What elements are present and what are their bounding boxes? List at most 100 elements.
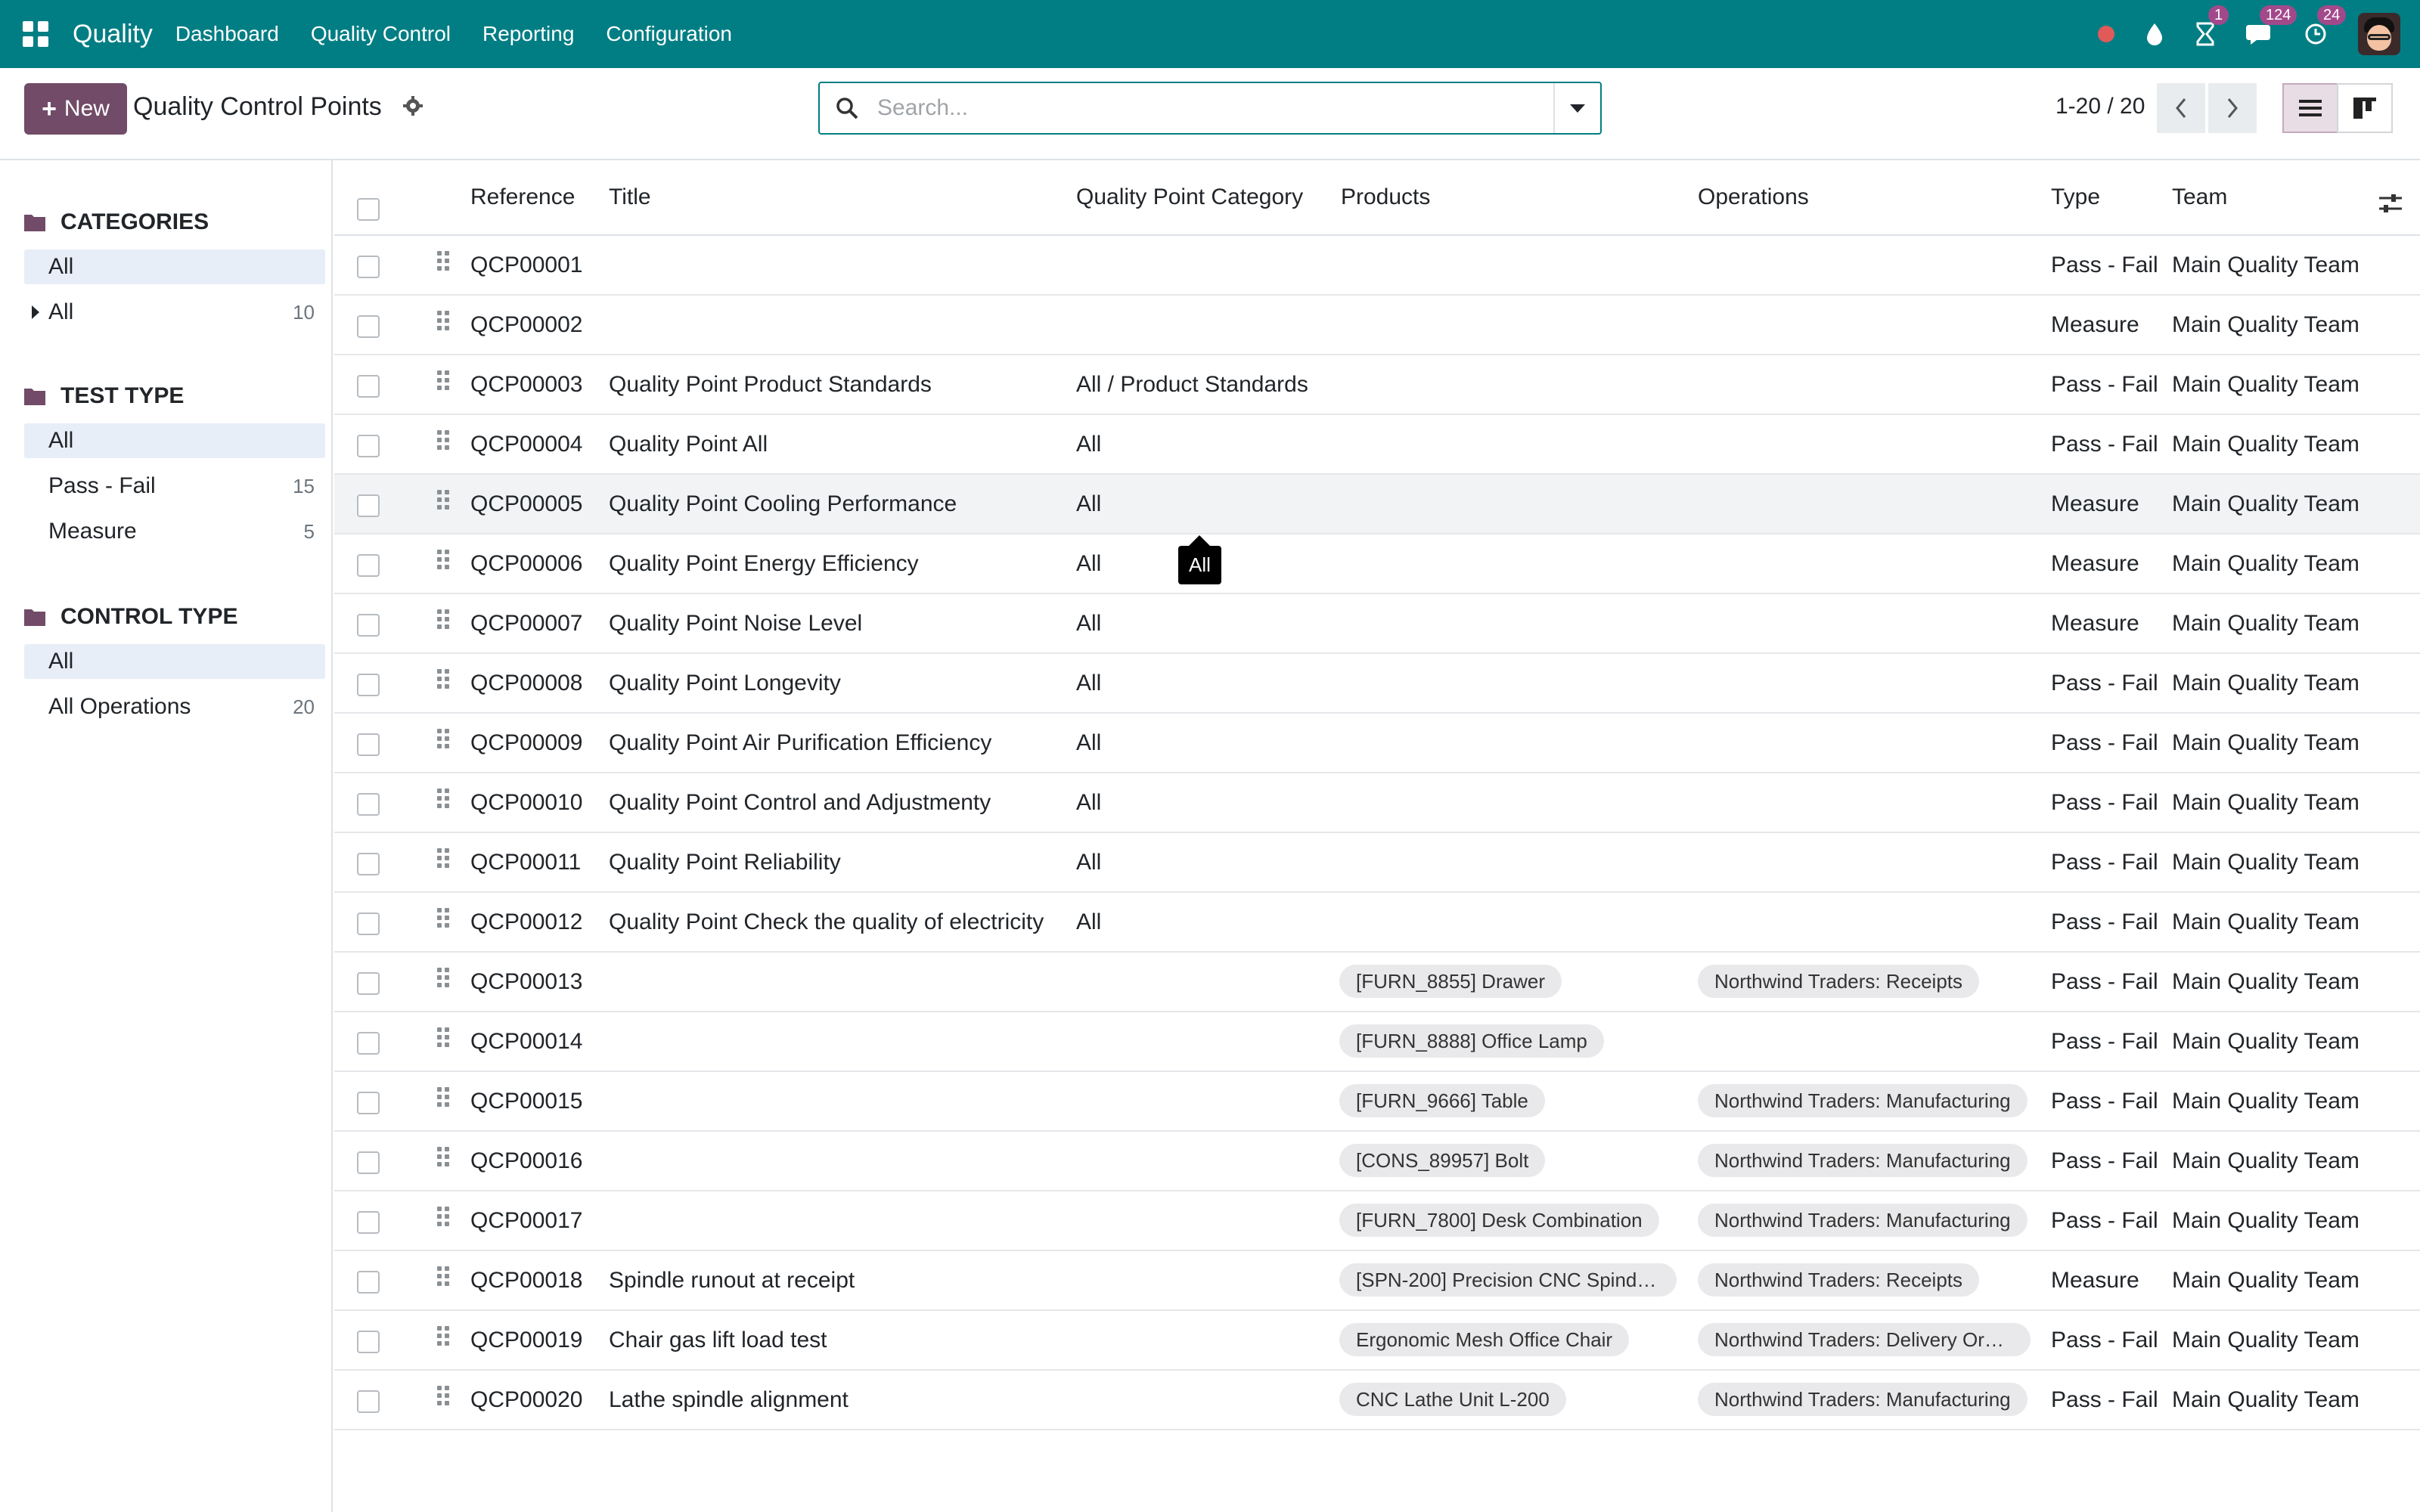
pager-previous-button[interactable] bbox=[2157, 83, 2205, 133]
row-checkbox[interactable] bbox=[357, 912, 380, 935]
drag-handle-icon[interactable] bbox=[437, 609, 451, 634]
select-all-checkbox[interactable] bbox=[357, 198, 380, 221]
row-checkbox[interactable] bbox=[357, 1092, 380, 1114]
drag-handle-icon[interactable] bbox=[437, 1386, 451, 1410]
drag-handle-icon[interactable] bbox=[437, 550, 451, 574]
table-row[interactable]: QCP00003 Quality Point Product Standards A… bbox=[334, 355, 2420, 415]
menu-dashboard[interactable]: Dashboard bbox=[175, 22, 279, 46]
table-row[interactable]: QCP00007 Quality Point Noise Level All Meas… bbox=[334, 594, 2420, 654]
drag-handle-icon[interactable] bbox=[437, 729, 451, 753]
search-bar[interactable] bbox=[818, 82, 1602, 135]
row-checkbox[interactable] bbox=[357, 972, 380, 995]
row-checkbox[interactable] bbox=[357, 1151, 380, 1174]
messages-button[interactable]: 124 bbox=[2246, 5, 2297, 46]
table-row[interactable]: QCP00017 [FURN_7800] Desk Combination Nort… bbox=[334, 1191, 2420, 1251]
pager-next-button[interactable] bbox=[2208, 83, 2257, 133]
table-row[interactable]: QCP00016 [CONS_89957] Bolt Northwind Trade… bbox=[334, 1132, 2420, 1191]
app-name[interactable]: Quality bbox=[73, 20, 153, 49]
control-type-item-all[interactable]: All bbox=[24, 644, 325, 679]
column-category[interactable]: Quality Point Category bbox=[1076, 184, 1303, 210]
column-type[interactable]: Type bbox=[2051, 184, 2100, 210]
list-view-button[interactable] bbox=[2282, 83, 2338, 133]
drag-handle-icon[interactable] bbox=[437, 251, 451, 275]
table-row[interactable]: QCP00013 [FURN_8855] Drawer Northwind Trad… bbox=[334, 953, 2420, 1012]
drag-handle-icon[interactable] bbox=[437, 370, 451, 395]
test-type-item-measure[interactable]: Measure 5 bbox=[24, 514, 327, 549]
row-checkbox[interactable] bbox=[357, 733, 380, 756]
drag-handle-icon[interactable] bbox=[437, 1087, 451, 1111]
row-checkbox[interactable] bbox=[357, 1390, 380, 1413]
drag-handle-icon[interactable] bbox=[437, 490, 451, 514]
caret-right-icon[interactable] bbox=[32, 305, 39, 319]
search-input[interactable] bbox=[877, 95, 1528, 121]
table-row[interactable]: QCP00008 Quality Point Longevity All Pass -… bbox=[334, 654, 2420, 714]
gear-icon[interactable] bbox=[402, 95, 424, 116]
drop-button[interactable] bbox=[2145, 22, 2164, 46]
row-checkbox[interactable] bbox=[357, 1032, 380, 1055]
row-checkbox[interactable] bbox=[357, 554, 380, 577]
drag-handle-icon[interactable] bbox=[437, 1147, 451, 1171]
table-row[interactable]: QCP00018 Spindle runout at receipt [SPN-20… bbox=[334, 1251, 2420, 1311]
row-checkbox[interactable] bbox=[357, 315, 380, 338]
category-item-all-expandable[interactable]: All 10 bbox=[24, 295, 327, 330]
drag-handle-icon[interactable] bbox=[437, 1027, 451, 1052]
row-checkbox[interactable] bbox=[357, 256, 380, 278]
row-checkbox[interactable] bbox=[357, 1271, 380, 1294]
drag-handle-icon[interactable] bbox=[437, 789, 451, 813]
recording-indicator[interactable] bbox=[2098, 26, 2114, 42]
row-checkbox[interactable] bbox=[357, 614, 380, 637]
menu-configuration[interactable]: Configuration bbox=[606, 22, 732, 46]
table-row[interactable]: QCP00015 [FURN_9666] Table Northwind Trade… bbox=[334, 1072, 2420, 1132]
test-type-item-all[interactable]: All bbox=[24, 423, 325, 458]
drag-handle-icon[interactable] bbox=[437, 430, 451, 454]
drag-handle-icon[interactable] bbox=[437, 311, 451, 335]
table-row[interactable]: QCP00005 Quality Point Cooling Performanc… bbox=[334, 475, 2420, 534]
row-checkbox[interactable] bbox=[357, 375, 380, 398]
drag-handle-icon[interactable] bbox=[437, 968, 451, 992]
table-row[interactable]: QCP00020 Lathe spindle alignment CNC Lathe… bbox=[334, 1371, 2420, 1430]
column-reference[interactable]: Reference bbox=[470, 184, 575, 210]
category-item-all[interactable]: All bbox=[24, 249, 325, 284]
activity-button[interactable]: 1 bbox=[2195, 5, 2229, 46]
drag-handle-icon[interactable] bbox=[437, 669, 451, 693]
table-row[interactable]: QCP00019 Chair gas lift load test Ergonomi… bbox=[334, 1311, 2420, 1371]
row-checkbox[interactable] bbox=[357, 674, 380, 696]
user-avatar[interactable] bbox=[2358, 13, 2400, 55]
table-row[interactable]: QCP00006 Quality Point Energy Efficiency A… bbox=[334, 534, 2420, 594]
table-row[interactable]: QCP00011 Quality Point Reliability All Pass… bbox=[334, 833, 2420, 893]
pager-value[interactable]: 1-20 / 20 bbox=[2055, 94, 2145, 119]
app-menu-icon[interactable] bbox=[23, 21, 48, 47]
column-title[interactable]: Title bbox=[609, 184, 651, 210]
row-checkbox[interactable] bbox=[357, 494, 380, 517]
column-settings-icon[interactable] bbox=[2378, 192, 2403, 215]
page-title[interactable]: Quality Control Points bbox=[133, 92, 382, 122]
test-type-item-pass-fail[interactable]: Pass - Fail 15 bbox=[24, 469, 327, 503]
menu-reporting[interactable]: Reporting bbox=[482, 22, 574, 46]
table-row[interactable]: QCP00001 Pass - Fail Main Quality Team bbox=[334, 236, 2420, 296]
control-type-item-all-operations[interactable]: All Operations 20 bbox=[24, 689, 327, 724]
table-row[interactable]: QCP00010 Quality Point Control and Adjust… bbox=[334, 773, 2420, 833]
row-checkbox[interactable] bbox=[357, 1211, 380, 1234]
column-products[interactable]: Products bbox=[1341, 184, 1430, 210]
drag-handle-icon[interactable] bbox=[437, 1326, 451, 1350]
row-checkbox[interactable] bbox=[357, 435, 380, 457]
row-checkbox[interactable] bbox=[357, 793, 380, 816]
search-options-toggle[interactable] bbox=[1553, 83, 1600, 133]
row-checkbox[interactable] bbox=[357, 853, 380, 875]
kanban-view-button[interactable] bbox=[2337, 83, 2393, 133]
row-checkbox[interactable] bbox=[357, 1331, 380, 1353]
table-row[interactable]: QCP00009 Quality Point Air Purification E… bbox=[334, 714, 2420, 773]
drag-handle-icon[interactable] bbox=[437, 1266, 451, 1290]
menu-quality-control[interactable]: Quality Control bbox=[311, 22, 451, 46]
table-row[interactable]: QCP00014 [FURN_8888] Office Lamp Pass - Fa… bbox=[334, 1012, 2420, 1072]
new-button[interactable]: + New bbox=[24, 83, 127, 135]
column-team[interactable]: Team bbox=[2172, 184, 2227, 210]
drag-handle-icon[interactable] bbox=[437, 908, 451, 932]
drag-handle-icon[interactable] bbox=[437, 848, 451, 872]
drag-handle-icon[interactable] bbox=[437, 1207, 451, 1231]
table-row[interactable]: QCP00004 Quality Point All All Pass - Fail M… bbox=[334, 415, 2420, 475]
table-row[interactable]: QCP00012 Quality Point Check the quality … bbox=[334, 893, 2420, 953]
timer-button[interactable]: 24 bbox=[2304, 5, 2347, 46]
column-operations[interactable]: Operations bbox=[1698, 184, 1809, 210]
table-row[interactable]: QCP00002 Measure Main Quality Team bbox=[334, 296, 2420, 355]
